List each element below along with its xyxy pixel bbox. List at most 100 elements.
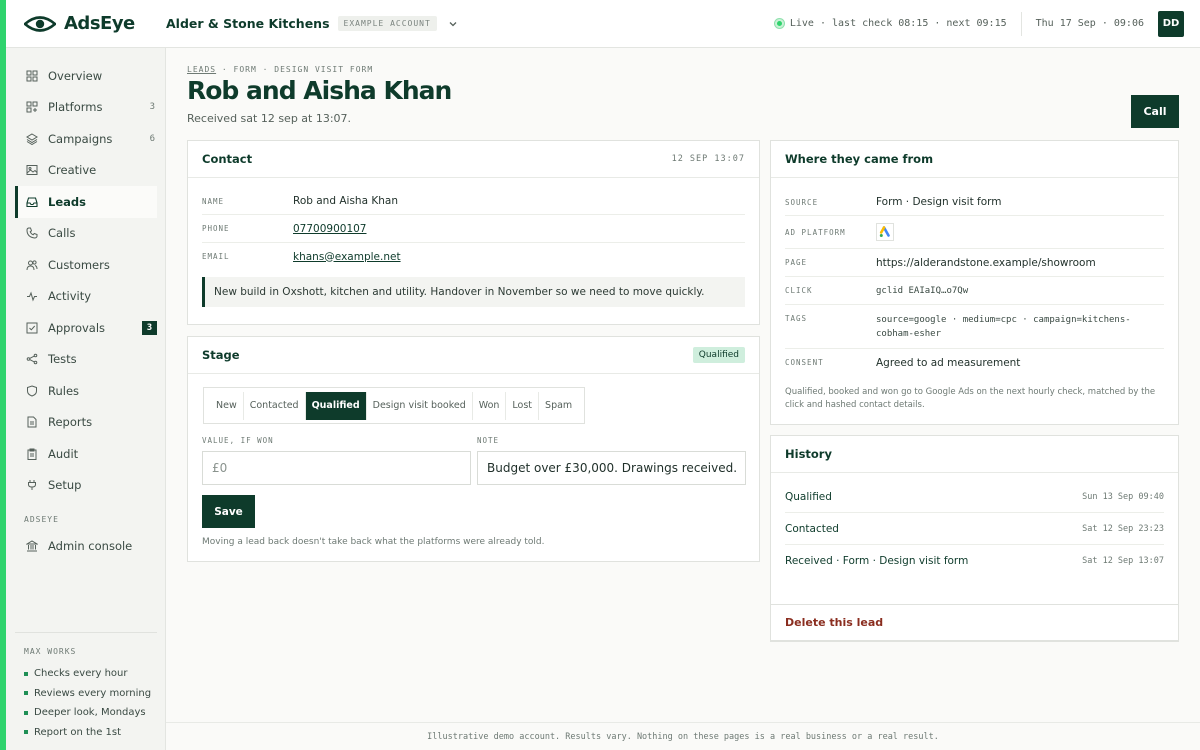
status-badge: Qualified [692, 347, 745, 363]
landing-page-value: https://alderandstone.example/showroom [876, 256, 1096, 269]
sidebar-item-calls[interactable]: Calls [15, 218, 157, 250]
field-label: CONSENT [785, 358, 824, 367]
account-badge: EXAMPLE ACCOUNT [337, 16, 437, 31]
lead-message: New build in Oxshott, kitchen and utilit… [202, 277, 745, 307]
save-button[interactable]: Save [202, 495, 255, 528]
stage-option-new[interactable]: New [210, 391, 244, 420]
list-item: Report on the 1st [15, 723, 157, 743]
field-label: CLICK [785, 286, 813, 295]
footnote-line: click and hashed contact details. [785, 400, 925, 410]
origin-row-source: SOURCE Form · Design visit form [785, 189, 1164, 216]
clipboard-icon [27, 448, 37, 460]
shield-icon [27, 385, 37, 397]
delete-lead-link[interactable]: Delete this lead [785, 616, 883, 629]
value-input[interactable] [202, 451, 471, 485]
field-label: AD PLATFORM [785, 227, 846, 237]
email-link[interactable]: khans@example.net [293, 251, 401, 263]
click-id-value: gclid EAIaIQ…o7Qw [876, 285, 969, 296]
origin-fields: SOURCE Form · Design visit form AD PLATF… [771, 178, 1178, 376]
top-bar: AdsEye Alder & Stone Kitchens EXAMPLE AC… [6, 0, 1200, 48]
stage-option-spam[interactable]: Spam [539, 392, 578, 420]
list-item: Reviews every morning [15, 684, 157, 704]
sidebar-item-approvals[interactable]: Approvals 3 [15, 312, 157, 344]
card-title: Where they came from [785, 152, 934, 166]
history-time: Sat 12 Sep 13:07 [1082, 556, 1164, 566]
sidebar-item-activity[interactable]: Activity [15, 281, 157, 313]
sidebar-nav: Overview Platforms 3 Campaigns 6 Creativ… [6, 48, 165, 501]
source-value: Form · Design visit form [876, 196, 1002, 208]
sidebar-item-creative[interactable]: Creative [15, 155, 157, 187]
grid-icon [26, 70, 38, 82]
stage-option-lost[interactable]: Lost [506, 391, 540, 420]
sidebar-item-label: Approvals [48, 320, 106, 335]
platforms-icon [26, 101, 38, 113]
card-title: History [785, 447, 832, 461]
card-header: Where they came from [771, 141, 1178, 178]
account-switcher[interactable]: Alder & Stone Kitchens EXAMPLE ACCOUNT [166, 16, 459, 31]
sidebar-item-label: Customers [48, 257, 110, 272]
field-label: EMAIL [202, 252, 230, 261]
card-header: History [771, 436, 1178, 473]
origin-card: Where they came from SOURCE Form · Desig… [770, 140, 1179, 425]
list-item: Qualified Sun 13 Sep 09:40 [785, 481, 1164, 513]
page-title: Rob and Aisha Khan [187, 76, 452, 105]
sidebar-item-rules[interactable]: Rules [15, 375, 157, 407]
sidebar-item-audit[interactable]: Audit [15, 438, 157, 470]
sidebar-item-customers[interactable]: Customers [15, 249, 157, 281]
card-title: Contact [202, 152, 253, 166]
sidebar-item-leads[interactable]: Leads [15, 186, 157, 218]
sidebar-item-overview[interactable]: Overview [15, 60, 157, 92]
note-field-label: NOTE [477, 436, 500, 445]
origin-row-page: PAGE https://alderandstone.example/showr… [785, 249, 1164, 277]
sidebar-section-label: ADSEYE [24, 515, 59, 524]
sidebar-item-label: Calls [48, 226, 76, 241]
field-label: SOURCE [785, 197, 819, 207]
top-right: Live · last check 08:15 · next 09:15 Thu… [774, 0, 1200, 47]
current-datetime: Thu 17 Sep · 09:06 [1035, 18, 1144, 29]
contact-timestamp: 12 SEP 13:07 [671, 154, 745, 164]
sidebar-item-label: Reports [48, 415, 93, 430]
live-status: Live · last check 08:15 · next 09:15 [774, 18, 1021, 29]
sidebar-item-admin-console[interactable]: Admin console [15, 530, 157, 562]
sidebar-item-count: 6 [149, 133, 155, 144]
phone-link[interactable]: 07700900107 [293, 223, 367, 235]
sidebar-item-count: 3 [149, 102, 155, 113]
history-time: Sat 12 Sep 23:23 [1082, 523, 1164, 534]
stage-option-qualified[interactable]: Qualified [305, 391, 367, 420]
breadcrumb-leads-link[interactable]: LEADS [187, 65, 216, 74]
note-input[interactable] [477, 451, 746, 485]
app-logo[interactable]: AdsEye [6, 13, 166, 34]
live-dot-icon [774, 19, 784, 28]
origin-footnote: Qualified, booked and won go to Google A… [785, 386, 1164, 412]
share-icon [26, 353, 38, 365]
stage-option-won[interactable]: Won [473, 391, 507, 420]
chevron-down-icon[interactable] [447, 18, 459, 30]
sidebar-item-label: Creative [48, 163, 97, 178]
sidebar-item-label: Overview [48, 68, 103, 83]
stage-option-design-visit-booked[interactable]: Design visit booked [367, 391, 473, 420]
sidebar-item-platforms[interactable]: Platforms 3 [15, 92, 157, 124]
bank-icon [26, 540, 38, 552]
stage-option-contacted[interactable]: Contacted [244, 391, 306, 420]
sidebar-item-reports[interactable]: Reports [15, 407, 157, 439]
origin-row-tags: TAGS source=google · medium=cpc · campai… [785, 305, 1164, 349]
page-footer: Illustrative demo account. Results vary.… [166, 722, 1200, 750]
approvals-count-badge: 3 [142, 320, 157, 335]
sidebar-item-campaigns[interactable]: Campaigns 6 [15, 123, 157, 155]
tags-line: cobham-esher [876, 329, 942, 339]
file-icon [27, 416, 37, 428]
sidebar-item-setup[interactable]: Setup [15, 470, 157, 502]
users-icon [26, 260, 38, 270]
sidebar-item-label: Rules [48, 383, 80, 398]
app-name: AdsEye [64, 13, 135, 34]
account-name: Alder & Stone Kitchens [166, 16, 330, 31]
list-item: Received · Form · Design visit form Sat … [785, 545, 1164, 577]
breadcrumb: LEADS · FORM · DESIGN VISIT FORM [187, 65, 373, 74]
call-button[interactable]: Call [1131, 95, 1179, 128]
user-avatar[interactable]: DD [1158, 10, 1184, 37]
history-event: Received · Form · Design visit form [785, 555, 969, 567]
sidebar-item-label: Tests [48, 352, 77, 367]
tags-line: source=google · medium=cpc · campaign=ki… [876, 315, 1131, 325]
sidebar-item-tests[interactable]: Tests [15, 344, 157, 376]
google-ads-icon [879, 226, 890, 237]
